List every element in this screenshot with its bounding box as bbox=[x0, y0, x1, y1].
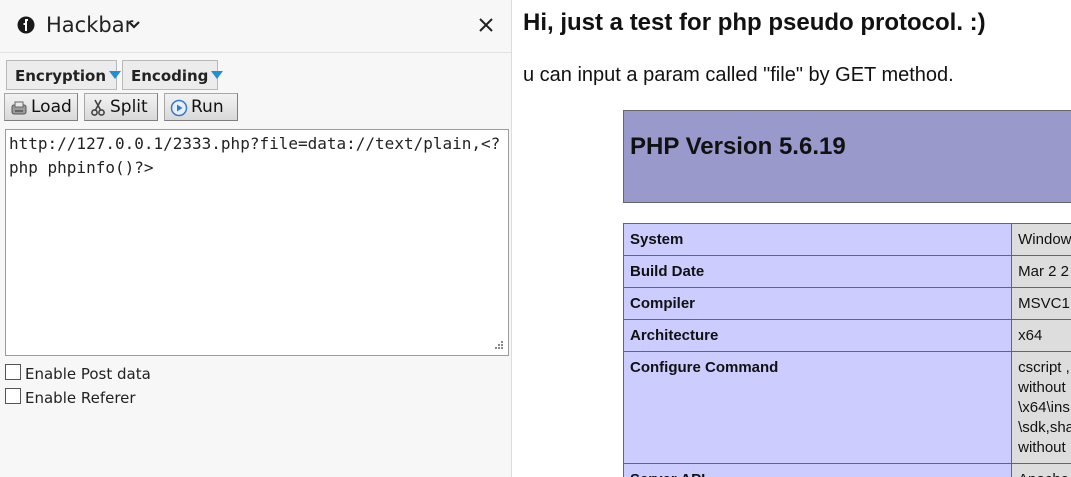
run-button[interactable]: Run bbox=[164, 93, 238, 121]
load-label: Load bbox=[31, 97, 72, 117]
phpinfo-value: Mar 2 2 bbox=[1011, 255, 1071, 288]
phpinfo-value: Window bbox=[1011, 223, 1071, 256]
phpinfo-value: x64 bbox=[1011, 319, 1071, 352]
phpinfo-key: Build Date bbox=[622, 255, 1013, 288]
play-icon bbox=[170, 99, 188, 117]
phpinfo-key: System bbox=[622, 223, 1013, 256]
load-button[interactable]: Load bbox=[4, 93, 78, 121]
phpinfo-value: Apache bbox=[1011, 463, 1071, 477]
load-icon bbox=[11, 101, 27, 115]
web-page: Hi, just a test for php pseudo protocol.… bbox=[513, 0, 1071, 477]
encoding-dropdown[interactable]: Encoding bbox=[122, 60, 224, 90]
phpinfo-row: Compiler MSVC1 bbox=[622, 287, 1071, 320]
phpinfo-table: System Window Build Date Mar 2 2 Compiler MSV… bbox=[622, 223, 1071, 477]
php-version-title: PHP Version 5.6.19 bbox=[630, 133, 846, 160]
phpinfo-key: Compiler bbox=[622, 287, 1013, 320]
url-input[interactable] bbox=[5, 129, 509, 356]
phpinfo-row: System Window bbox=[622, 223, 1071, 256]
phpinfo-row: Build Date Mar 2 2 bbox=[622, 255, 1071, 288]
phpinfo-value: MSVC1 bbox=[1011, 287, 1071, 320]
enable-referer-label: Enable Referer bbox=[25, 389, 136, 407]
page-instruction-text: u can input a param called "file" by GET… bbox=[523, 64, 954, 86]
encoding-label: Encoding bbox=[131, 67, 209, 85]
encryption-dropdown[interactable]: Encryption bbox=[6, 60, 122, 90]
enable-post-label: Enable Post data bbox=[25, 365, 151, 383]
phpinfo-key: Architecture bbox=[622, 319, 1013, 352]
phpinfo-row: Architecture x64 bbox=[622, 319, 1071, 352]
resize-grip-icon[interactable] bbox=[491, 340, 505, 352]
hackbar-sidebar: Hackbar Encryption Encoding Load Split R… bbox=[0, 0, 512, 477]
sidebar-header: Hackbar bbox=[0, 0, 511, 53]
page-heading: Hi, just a test for php pseudo protocol.… bbox=[523, 9, 986, 36]
phpinfo-key: Configure Command bbox=[622, 351, 1013, 464]
chevron-down-icon[interactable] bbox=[127, 20, 141, 30]
close-icon[interactable] bbox=[478, 17, 494, 33]
hackbar-logo-icon bbox=[17, 16, 35, 34]
phpinfo-key: Server API bbox=[622, 463, 1013, 477]
phpinfo-header: PHP Version 5.6.19 bbox=[623, 110, 1071, 203]
enable-referer-checkbox[interactable] bbox=[5, 388, 21, 404]
enable-post-checkbox[interactable] bbox=[5, 364, 21, 380]
phpinfo-value: cscript , without \x64\ins \sdk,sha without bbox=[1011, 351, 1071, 464]
sidebar-title[interactable]: Hackbar bbox=[46, 13, 133, 37]
split-label: Split bbox=[110, 97, 148, 117]
split-button[interactable]: Split bbox=[84, 93, 158, 121]
phpinfo-row: Server APIApache bbox=[622, 463, 1071, 477]
phpinfo-row: Configure Command cscript , without \x64\in… bbox=[622, 351, 1071, 464]
dropdown-arrow-icon bbox=[211, 71, 224, 79]
scissors-icon bbox=[91, 99, 105, 116]
dropdown-arrow-icon bbox=[109, 71, 122, 79]
run-label: Run bbox=[191, 97, 224, 117]
encryption-label: Encryption bbox=[15, 67, 107, 85]
